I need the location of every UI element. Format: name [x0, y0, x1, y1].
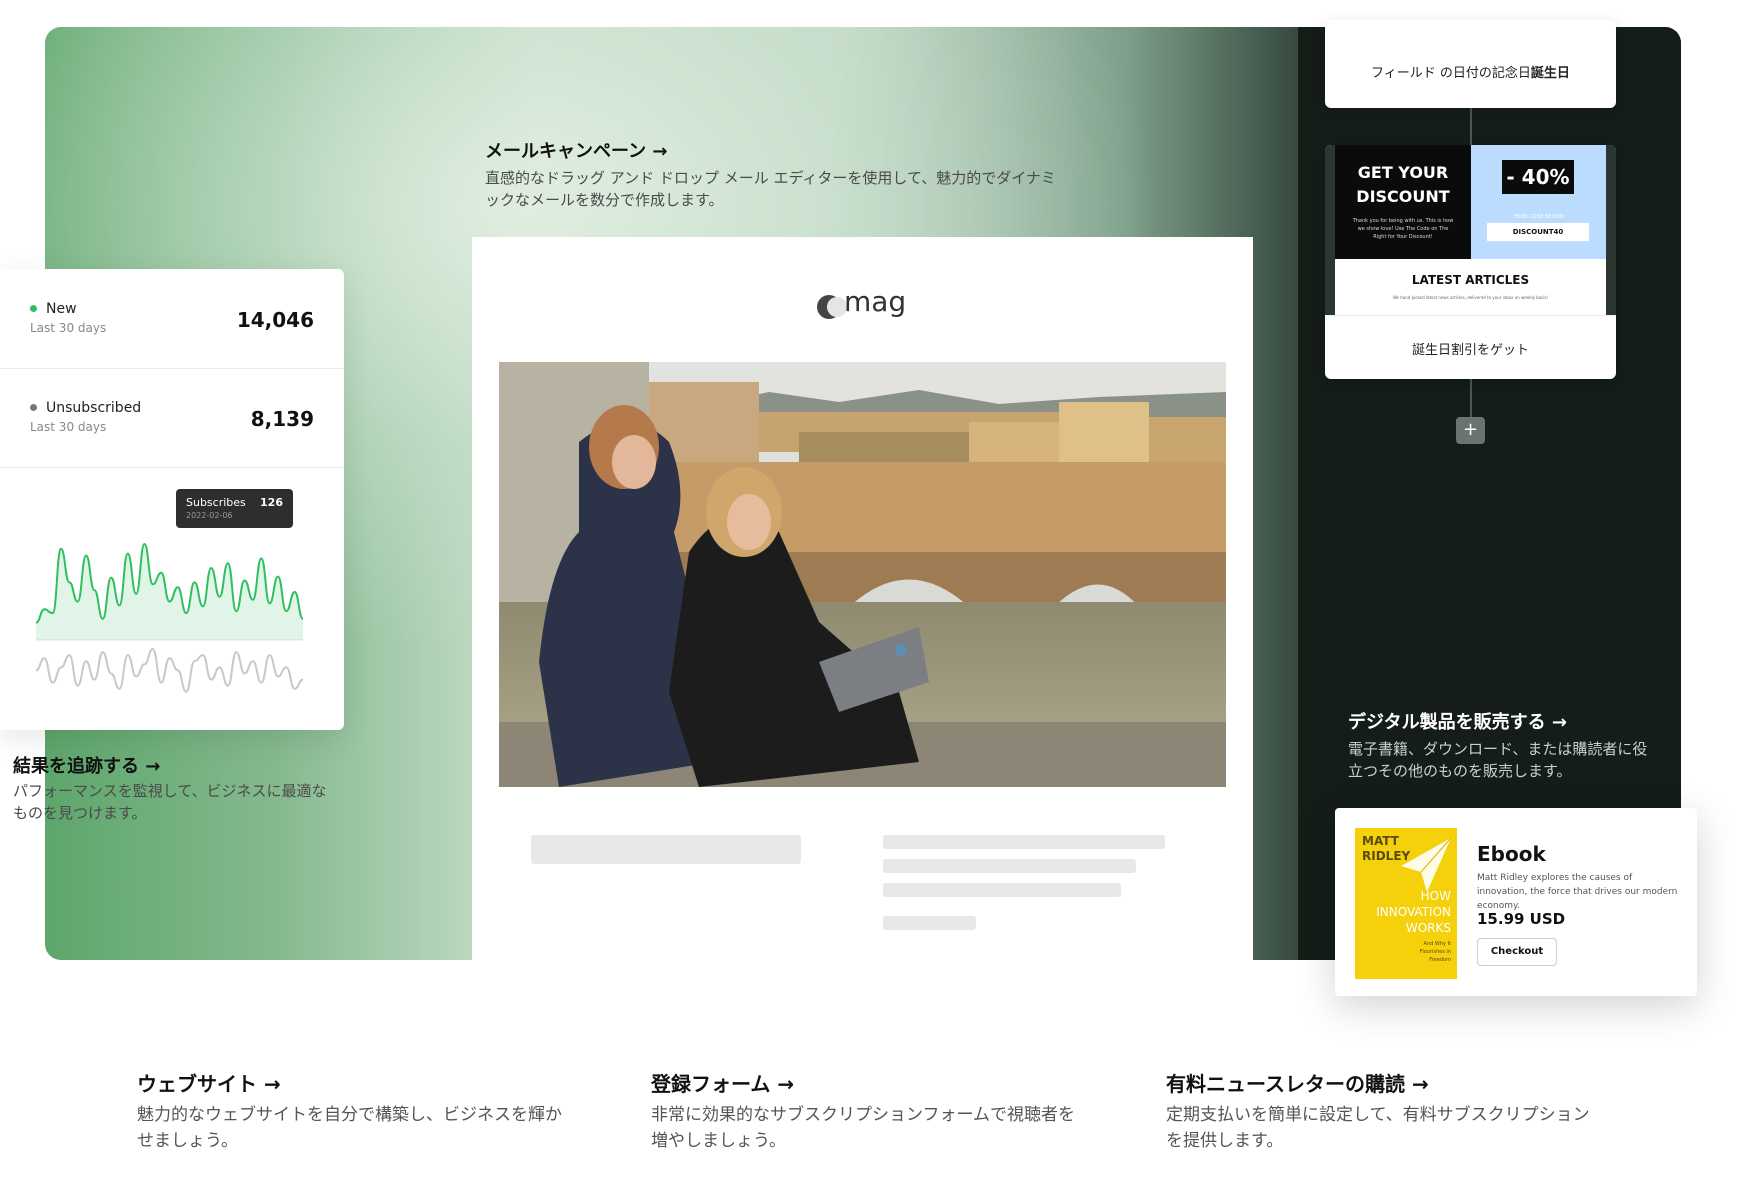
promo-frame-left: [1325, 145, 1335, 315]
mag-logo-text: mag: [844, 285, 907, 318]
placeholder-line: [883, 916, 976, 930]
workflow-trigger-card[interactable]: フィールド の日付の記念日誕生日: [1325, 20, 1616, 108]
promo-discount-panel: GET YOUR DISCOUNT Thank you for being wi…: [1335, 145, 1471, 259]
website-link[interactable]: ウェブサイト →: [137, 1068, 281, 1097]
promo-small-text: Thank you for being with us. This is how…: [1352, 218, 1454, 240]
workflow-email-card[interactable]: GET YOUR DISCOUNT Thank you for being wi…: [1325, 145, 1616, 379]
promo-title-1: GET YOUR: [1357, 163, 1449, 182]
product-price: 15.99 USD: [1477, 910, 1566, 928]
articles-block: LATEST ARTICLES We hand picked latest ne…: [1335, 259, 1606, 315]
placeholder-block: [531, 835, 801, 864]
tooltip-label: Subscribes: [186, 496, 246, 509]
track-results-link[interactable]: 結果を追跡する →: [13, 752, 160, 778]
product-type: Ebook: [1477, 842, 1546, 866]
stat-unsubscribed[interactable]: Unsubscribed Last 30 days 8,139: [0, 368, 344, 468]
signup-form-link[interactable]: 登録フォーム →: [651, 1068, 794, 1097]
chart-tooltip: Subscribes 126 2022-02-06: [176, 489, 293, 528]
articles-title: LATEST ARTICLES: [1411, 273, 1530, 287]
book-title-2: INNOVATION: [1376, 905, 1451, 919]
placeholder-line: [883, 859, 1136, 873]
promo-frame-right: [1606, 145, 1616, 315]
book-subtitle: And Why It Flourishes in Freedom: [1419, 941, 1451, 963]
promo-percent: - 40%: [1502, 160, 1574, 194]
plus-icon: +: [1462, 419, 1479, 440]
sell-digital-link[interactable]: デジタル製品を販売する →: [1348, 708, 1567, 734]
book-title-1: HOW: [1420, 889, 1451, 903]
paper-plane-icon: [1401, 837, 1452, 892]
workflow-connector: [1470, 379, 1472, 417]
promo-code-panel: - 40% YOUR CODE BELOW DISCOUNT40: [1471, 145, 1606, 259]
book-title-3: WORKS: [1405, 921, 1451, 935]
paid-newsletter-desc: 定期支払いを簡単に設定して、有料サブスクリプションを提供します。: [1166, 1105, 1590, 1151]
unsub-dot-icon: [30, 404, 37, 411]
email-campaign-link[interactable]: メールキャンペーン →: [485, 137, 667, 163]
stat-unsub-value: 8,139: [250, 407, 314, 431]
email-preview[interactable]: mag: [472, 237, 1253, 960]
divider: [1325, 315, 1616, 316]
sell-digital-desc: 電子書籍、ダウンロード、または購読者に役立つその他のものを販売します。: [1348, 740, 1648, 780]
new-dot-icon: [30, 305, 37, 312]
add-step-button[interactable]: +: [1456, 417, 1485, 444]
florence-photo-image: [499, 362, 1226, 787]
workflow-step-label: 誕生日割引をゲット: [1411, 343, 1529, 358]
trigger-text: フィールド の日付の記念日誕生日: [1371, 66, 1570, 81]
stat-new-value: 14,046: [236, 308, 314, 332]
promo-code-label: YOUR CODE BELOW: [1513, 214, 1564, 220]
stat-new-period: Last 30 days: [30, 321, 107, 335]
signup-form-desc: 非常に効果的なサブスクリプションフォームで視聴者を増やしましょう。: [651, 1105, 1075, 1151]
track-results-desc: パフォーマンスを監視して、ビジネスに最適なものを見つけます。: [13, 782, 327, 822]
promo-code: DISCOUNT40: [1487, 223, 1589, 241]
articles-small-text: We hand picked latest news articles, del…: [1392, 295, 1549, 300]
placeholder-line: [883, 835, 1165, 849]
stat-unsub-period: Last 30 days: [30, 420, 107, 434]
ebook-product-card[interactable]: MATT RIDLEY HOW INNOVATION WORKS And Why…: [1335, 808, 1697, 996]
stat-unsub-label: Unsubscribed: [46, 400, 142, 416]
book-cover-image: MATT RIDLEY HOW INNOVATION WORKS And Why…: [1355, 828, 1457, 979]
stat-new-label: New: [46, 301, 77, 317]
tooltip-date: 2022-02-06: [186, 511, 233, 520]
product-desc: Matt Ridley explores the causes of innov…: [1477, 873, 1678, 911]
checkout-button[interactable]: Checkout: [1477, 938, 1557, 966]
email-campaign-desc: 直感的なドラッグ アンド ドロップ メール エディターを使用して、魅力的でダイナ…: [485, 169, 1056, 209]
paid-newsletter-link[interactable]: 有料ニュースレターの購読 →: [1166, 1068, 1429, 1097]
tooltip-value: 126: [260, 496, 283, 509]
promo-title-2: DISCOUNT: [1356, 187, 1450, 206]
website-desc: 魅力的なウェブサイトを自分で構築し、ビジネスを輝かせましょう。: [137, 1105, 562, 1151]
placeholder-line: [883, 883, 1121, 897]
book-author-1: MATT: [1362, 834, 1399, 848]
unsubscribed-series-line: [35, 647, 304, 693]
workflow-connector: [1470, 108, 1472, 145]
stat-new[interactable]: New Last 30 days 14,046: [0, 269, 344, 369]
new-series-area: [36, 544, 303, 640]
hero-photo: [499, 362, 1226, 787]
